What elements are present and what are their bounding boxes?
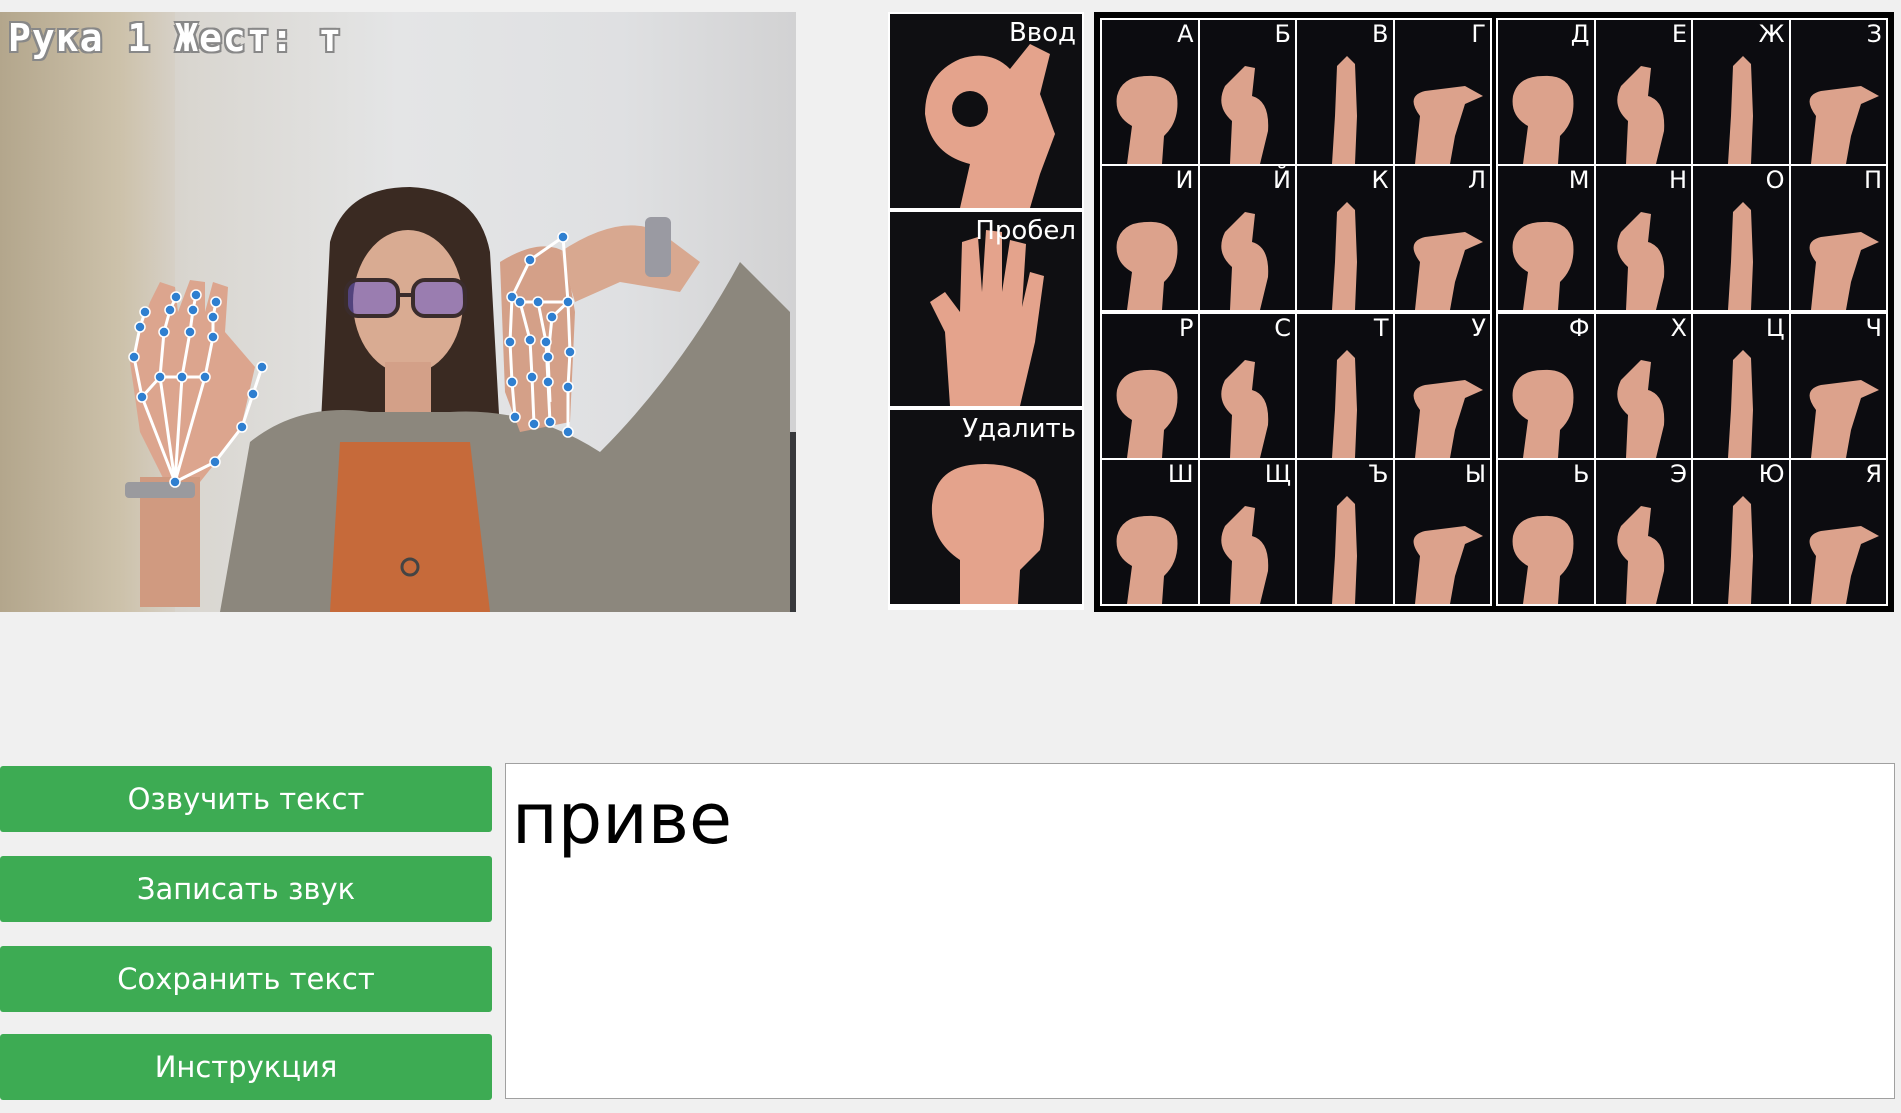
letter-cell: З [1790,20,1886,164]
hand-sign-icon [1413,380,1483,458]
hand-sign-icon [1220,66,1268,164]
letter-cell: Й [1199,166,1295,310]
hand-sign-icon [1512,221,1574,310]
hand-sign-icon [1616,360,1664,458]
letter-cell: М [1498,166,1594,310]
hand-sign-icon [1512,75,1574,164]
recognized-text-output[interactable]: приве [505,763,1895,1099]
alphabet-block-2: Д Е Ж З М Н О П [1496,18,1888,312]
hand-sign-icon [1220,360,1268,458]
hand-sign-icon [1220,506,1268,604]
letter-cell: Н [1595,166,1691,310]
gesture-status-overlay: Рука 1 Жест: т [8,16,343,60]
letter-cell: У [1394,314,1490,458]
letter-cell: Ь [1498,460,1594,604]
hand-sign-icon [1809,380,1879,458]
command-gestures-panel: Ввод Пробел Удалить [888,12,1084,610]
alphabet-block-1: А Б В Г И Й К Л [1100,18,1492,312]
save-text-button[interactable]: Сохранить текст [0,946,492,1012]
camera-preview: Рука 1 Жест: т [0,12,796,612]
hand-sign-icon [1116,515,1178,604]
letter-cell: Ф [1498,314,1594,458]
hand-sign-icon [1512,515,1574,604]
letter-cell: А [1102,20,1198,164]
hand-sign-icon [1728,56,1753,164]
letter-cell: Щ [1199,460,1295,604]
person-illustration [125,187,790,612]
letter-cell: Б [1199,20,1295,164]
command-delete-label: Удалить [962,414,1076,444]
letter-cell: Г [1394,20,1490,164]
hand-sign-icon [1220,212,1268,310]
record-sound-button[interactable]: Записать звук [0,856,492,922]
command-space-label: Пробел [975,216,1076,246]
command-space-card: Пробел [890,212,1082,406]
hand-sign-icon [1616,212,1664,310]
letter-cell: Ю [1693,460,1789,604]
letter-cell: Ш [1102,460,1198,604]
letter-cell: Т [1297,314,1393,458]
hand-sign-icon [1728,350,1753,458]
hand-sign-icon [1332,56,1357,164]
letter-cell: Ъ [1297,460,1393,604]
alphabet-chart: А Б В Г И Й К Л Д Е Ж З М Н О П Р С Т У … [1094,12,1894,612]
letter-cell: И [1102,166,1198,310]
letter-cell: К [1297,166,1393,310]
hand-sign-icon [1413,526,1483,604]
letter-cell: Ы [1394,460,1490,604]
hand-sign-icon [1413,232,1483,310]
hand-sign-icon [1809,86,1879,164]
hand-sign-icon [1728,202,1753,310]
hand-sign-icon [1512,369,1574,458]
hand-sign-icon [1728,496,1753,604]
command-enter-card: Ввод [890,14,1082,208]
letter-cell: О [1693,166,1789,310]
hand-sign-icon [1332,496,1357,604]
letter-cell: Ж [1693,20,1789,164]
letter-cell: Ц [1693,314,1789,458]
instructions-button[interactable]: Инструкция [0,1034,492,1100]
alphabet-block-4: Ф Х Ц Ч Ь Э Ю Я [1496,312,1888,606]
letter-cell: П [1790,166,1886,310]
letter-cell: Р [1102,314,1198,458]
command-delete-card: Удалить [890,410,1082,604]
command-enter-label: Ввод [1008,18,1076,48]
alphabet-block-3: Р С Т У Ш Щ Ъ Ы [1100,312,1492,606]
letter-cell: В [1297,20,1393,164]
hand-sign-icon [1116,369,1178,458]
letter-cell: Л [1394,166,1490,310]
hand-sign-icon [1116,221,1178,310]
letter-cell: Я [1790,460,1886,604]
letter-cell: Д [1498,20,1594,164]
hand-sign-icon [1809,232,1879,310]
letter-cell: Э [1595,460,1691,604]
hand-sign-icon [1616,66,1664,164]
hand-sign-icon [1616,506,1664,604]
letter-cell: Х [1595,314,1691,458]
letter-cell: Ч [1790,314,1886,458]
letter-cell: Е [1595,20,1691,164]
letter-cell: С [1199,314,1295,458]
hand-sign-icon [1413,86,1483,164]
hand-sign-icon [1332,350,1357,458]
hand-sign-icon [1809,526,1879,604]
hand-sign-icon [1116,75,1178,164]
speak-text-button[interactable]: Озвучить текст [0,766,492,832]
hand-sign-icon [1332,202,1357,310]
